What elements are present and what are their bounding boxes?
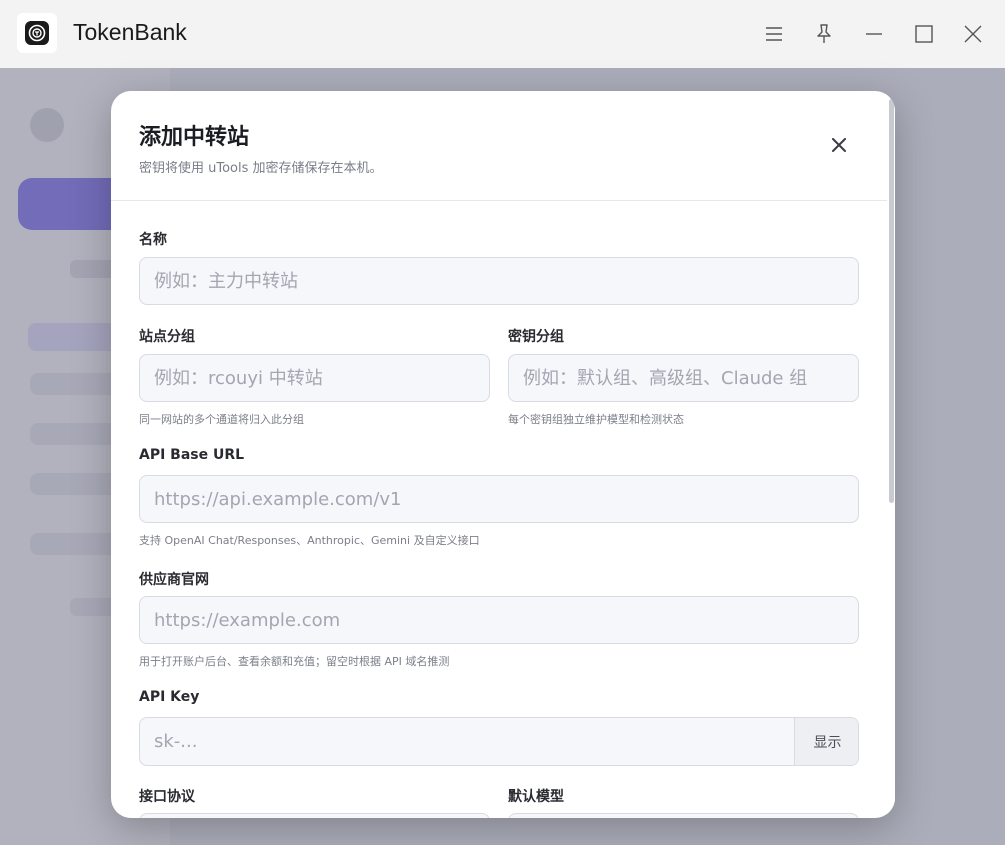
site-group-input[interactable] (139, 354, 490, 402)
api-base-url-label: API Base URL (139, 447, 245, 463)
name-label: 名称 (139, 232, 167, 248)
api-key-field: 显示 (139, 717, 859, 766)
window-titlebar: TokenBank (0, 0, 1005, 68)
dialog-header: 添加中转站 密钥将使用 uTools 加密存储保存在本机。 (111, 91, 887, 201)
vendor-site-label: 供应商官网 (139, 572, 209, 588)
pin-icon[interactable] (808, 18, 840, 50)
name-input[interactable] (139, 257, 859, 305)
api-key-input[interactable] (140, 718, 794, 765)
key-group-input[interactable] (508, 354, 859, 402)
close-dialog-button[interactable] (827, 133, 851, 157)
key-group-label: 密钥分组 (508, 329, 564, 345)
app-logo-icon (17, 13, 57, 53)
site-group-hint: 同一网站的多个通道将归入此分组 (139, 413, 304, 426)
show-key-button[interactable]: 显示 (794, 718, 858, 765)
vendor-site-input[interactable] (139, 596, 859, 644)
menu-icon[interactable] (758, 18, 790, 50)
close-window-icon[interactable] (957, 18, 989, 50)
dialog-title: 添加中转站 (139, 125, 250, 150)
site-group-label: 站点分组 (139, 329, 195, 345)
api-base-url-hint: 支持 OpenAI Chat/Responses、Anthropic、Gemin… (139, 534, 480, 547)
vendor-site-hint: 用于打开账户后台、查看余额和充值；留空时根据 API 域名推测 (139, 655, 450, 668)
key-group-hint: 每个密钥组独立维护模型和检测状态 (508, 413, 684, 426)
maximize-icon[interactable] (908, 18, 940, 50)
minimize-icon[interactable] (858, 18, 890, 50)
default-model-input[interactable] (508, 813, 859, 818)
close-icon (832, 138, 846, 152)
protocol-label: 接口协议 (139, 789, 195, 805)
default-model-label: 默认模型 (508, 789, 564, 805)
api-key-label: API Key (139, 689, 200, 705)
dialog-scrollbar-thumb[interactable] (889, 99, 894, 503)
protocol-select[interactable] (139, 813, 490, 818)
window-title: TokenBank (73, 19, 187, 45)
api-base-url-input[interactable] (139, 475, 859, 523)
add-relay-dialog: 添加中转站 密钥将使用 uTools 加密存储保存在本机。 名称 站点分组 同一… (111, 91, 895, 818)
dialog-subtitle: 密钥将使用 uTools 加密存储保存在本机。 (139, 161, 383, 176)
